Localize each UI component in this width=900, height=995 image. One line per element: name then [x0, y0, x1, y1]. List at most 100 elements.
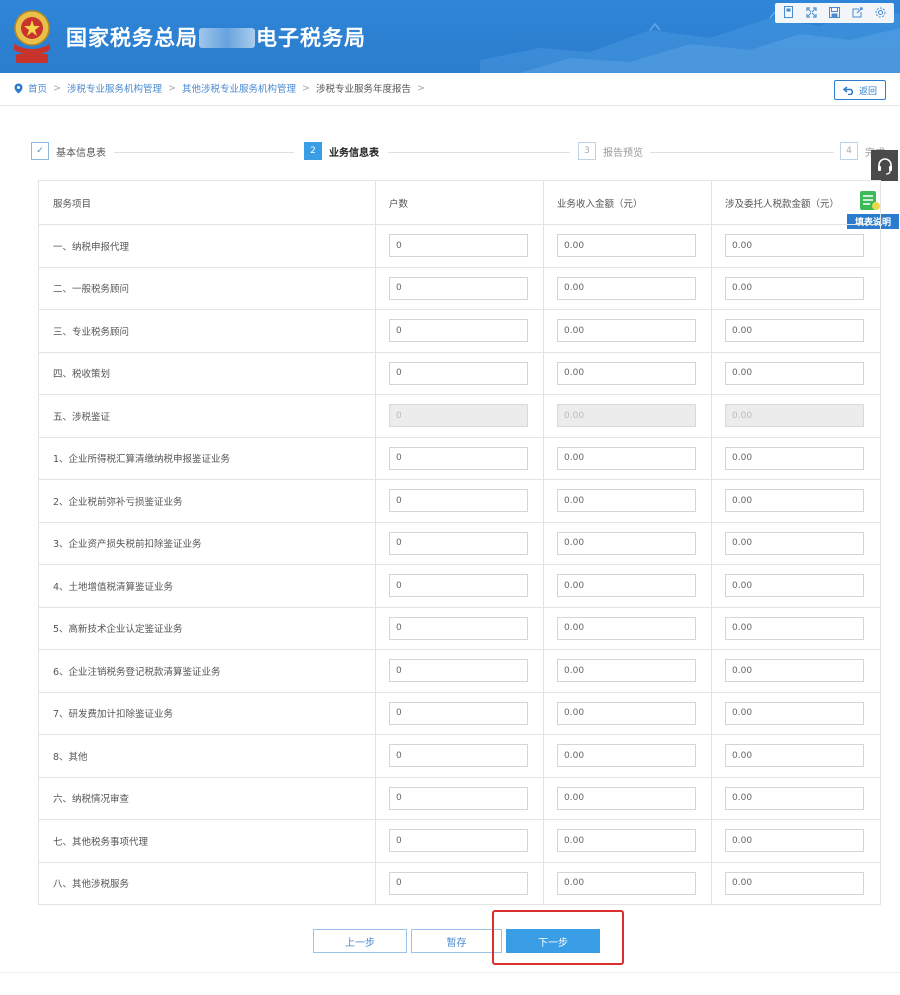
- share-icon[interactable]: [849, 4, 866, 20]
- customer-service-button[interactable]: [871, 150, 898, 181]
- count-input[interactable]: [389, 574, 528, 598]
- step-label: 基本信息表: [56, 147, 106, 159]
- tax-amount-input[interactable]: [725, 871, 864, 895]
- count-input[interactable]: [389, 361, 528, 385]
- income-amount-input: [557, 404, 696, 428]
- income-amount-input[interactable]: [557, 361, 696, 385]
- income-amount-input[interactable]: [557, 871, 696, 895]
- tax-amount-cell: [711, 819, 881, 863]
- table-header-row: 服务项目 户数 业务收入金额（元） 涉及委托人税款金额（元）: [38, 180, 881, 225]
- income-amount-cell: [543, 266, 712, 310]
- income-amount-input[interactable]: [557, 234, 696, 258]
- count-input[interactable]: [389, 616, 528, 640]
- count-input[interactable]: [389, 489, 528, 513]
- bookmark-icon[interactable]: [780, 4, 797, 20]
- tax-amount-input[interactable]: [725, 829, 864, 853]
- count-input[interactable]: [389, 871, 528, 895]
- breadcrumb-separator: >: [168, 82, 176, 94]
- count-cell: [375, 691, 544, 735]
- breadcrumb-other-agency-management[interactable]: 其他涉税专业服务机构管理: [182, 81, 296, 95]
- income-amount-input[interactable]: [557, 616, 696, 640]
- fullscreen-icon[interactable]: [803, 4, 820, 20]
- save-icon[interactable]: [826, 4, 843, 20]
- breadcrumb-separator: >: [301, 82, 310, 94]
- tax-amount-input[interactable]: [725, 319, 864, 343]
- count-cell: [375, 606, 544, 650]
- service-item-name: 三、专业税务顾问: [38, 309, 376, 353]
- count-cell: [375, 309, 544, 353]
- tax-amount-cell: [711, 309, 881, 353]
- service-item-name: 八、其他涉税服务: [38, 861, 376, 905]
- business-info-table: 服务项目 户数 业务收入金额（元） 涉及委托人税款金额（元） 一、纳税申报代理二…: [38, 180, 881, 905]
- tax-amount-input[interactable]: [725, 701, 864, 725]
- count-cell: [375, 776, 544, 820]
- column-header-count: 户数: [375, 180, 544, 225]
- step-basic-info: ✓ 基本信息表: [31, 142, 106, 160]
- table-row: 7、研发费加计扣除鉴证业务: [38, 691, 881, 735]
- tax-amount-input[interactable]: [725, 361, 864, 385]
- count-input[interactable]: [389, 701, 528, 725]
- tax-amount-input[interactable]: [725, 574, 864, 598]
- tax-amount-input: [725, 404, 864, 428]
- income-amount-cell: [543, 564, 712, 608]
- count-cell: [375, 564, 544, 608]
- breadcrumb-agency-management[interactable]: 涉税专业服务机构管理: [67, 81, 162, 95]
- income-amount-input[interactable]: [557, 786, 696, 810]
- income-amount-input[interactable]: [557, 276, 696, 300]
- step-label: 报告预览: [603, 147, 643, 159]
- table-row: 1、企业所得税汇算清缴纳税申报鉴证业务: [38, 436, 881, 480]
- table-row: 一、纳税申报代理: [38, 224, 881, 268]
- table-row: 2、企业税前弥补亏损鉴证业务: [38, 479, 881, 523]
- step-report-preview: 3 报告预览: [578, 142, 643, 160]
- tax-amount-input[interactable]: [725, 744, 864, 768]
- income-amount-input[interactable]: [557, 744, 696, 768]
- income-amount-input[interactable]: [557, 446, 696, 470]
- tax-amount-input[interactable]: [725, 659, 864, 683]
- tax-amount-input[interactable]: [725, 531, 864, 555]
- next-step-button[interactable]: 下一步: [506, 929, 600, 953]
- breadcrumb-home[interactable]: 首页: [28, 81, 47, 95]
- income-amount-input[interactable]: [557, 319, 696, 343]
- tax-amount-input[interactable]: [725, 616, 864, 640]
- count-cell: [375, 266, 544, 310]
- count-input[interactable]: [389, 234, 528, 258]
- income-amount-input[interactable]: [557, 574, 696, 598]
- settings-icon[interactable]: [872, 4, 889, 20]
- service-item-name: 七、其他税务事项代理: [38, 819, 376, 863]
- return-arrow-icon: [842, 85, 854, 95]
- count-input[interactable]: [389, 319, 528, 343]
- tax-amount-input[interactable]: [725, 276, 864, 300]
- save-draft-button[interactable]: 暂存: [411, 929, 502, 953]
- tax-amount-cell: [711, 691, 881, 735]
- count-input[interactable]: [389, 659, 528, 683]
- table-body: 一、纳税申报代理二、一般税务顾问三、专业税务顾问四、税收策划五、涉税鉴证1、企业…: [38, 224, 881, 905]
- income-amount-input[interactable]: [557, 701, 696, 725]
- previous-step-button[interactable]: 上一步: [313, 929, 407, 953]
- tax-amount-cell: [711, 479, 881, 523]
- tax-amount-cell: [711, 351, 881, 395]
- count-input[interactable]: [389, 744, 528, 768]
- count-input[interactable]: [389, 446, 528, 470]
- service-item-name: 3、企业资产损失税前扣除鉴证业务: [38, 521, 376, 565]
- count-input[interactable]: [389, 786, 528, 810]
- tax-amount-input[interactable]: [725, 446, 864, 470]
- tax-amount-cell: [711, 266, 881, 310]
- income-amount-input[interactable]: [557, 489, 696, 513]
- income-amount-input[interactable]: [557, 829, 696, 853]
- tax-amount-input[interactable]: [725, 489, 864, 513]
- income-amount-cell: [543, 436, 712, 480]
- column-header-income: 业务收入金额（元）: [543, 180, 712, 225]
- income-amount-input[interactable]: [557, 659, 696, 683]
- back-button[interactable]: 返回: [834, 80, 886, 100]
- income-amount-cell: [543, 691, 712, 735]
- tax-amount-input[interactable]: [725, 786, 864, 810]
- tax-amount-input[interactable]: [725, 234, 864, 258]
- count-input[interactable]: [389, 276, 528, 300]
- income-amount-input[interactable]: [557, 531, 696, 555]
- service-item-name: 一、纳税申报代理: [38, 224, 376, 268]
- count-cell: [375, 479, 544, 523]
- count-input[interactable]: [389, 829, 528, 853]
- count-input[interactable]: [389, 531, 528, 555]
- tax-amount-cell: [711, 394, 881, 438]
- breadcrumb-bar: 首页 > 涉税专业服务机构管理 > 其他涉税专业服务机构管理 > 涉税专业服务年…: [0, 73, 900, 106]
